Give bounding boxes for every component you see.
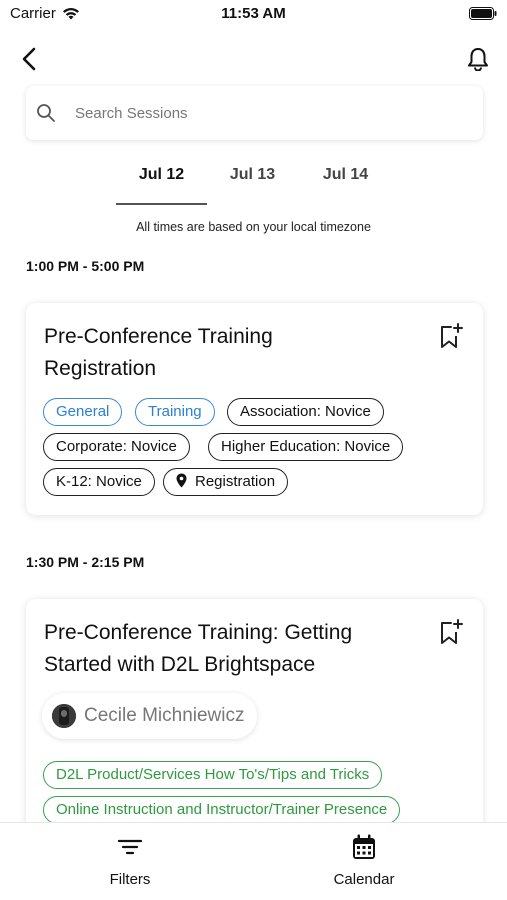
search-input[interactable] <box>75 104 435 122</box>
tag-association-novice[interactable]: Association: Novice <box>227 398 384 426</box>
session-title-line: Registration <box>44 357 157 380</box>
tag-corporate-novice[interactable]: Corporate: Novice <box>43 433 190 461</box>
back-arrow-icon <box>22 47 36 71</box>
session-card[interactable]: Pre-Conference Training Registration Gen… <box>26 303 483 515</box>
bottom-tab-bar: Filters Calendar <box>0 822 507 900</box>
active-tab-indicator <box>116 203 207 205</box>
tag-online-instruction[interactable]: Online Instruction and Instructor/Traine… <box>43 796 401 824</box>
avatar <box>52 704 76 728</box>
tab-jul-12[interactable]: Jul 12 <box>116 166 207 184</box>
session-title-line: Pre-Conference Training <box>44 325 273 348</box>
tag-training[interactable]: Training <box>135 398 215 426</box>
location-pin-icon <box>176 473 187 488</box>
tab-filters-label: Filters <box>109 871 151 888</box>
notifications-button[interactable] <box>463 44 493 74</box>
tag-d2l-product-services[interactable]: D2L Product/Services How To's/Tips and T… <box>43 761 383 789</box>
filter-icon <box>118 839 142 855</box>
session-title-line: Started with D2L Brightspace <box>44 653 316 676</box>
speaker-name: Cecile Michniewicz <box>84 705 245 726</box>
tab-jul-14[interactable]: Jul 14 <box>300 166 391 184</box>
calendar-icon <box>353 834 375 859</box>
session-title: Pre-Conference Training Registration <box>44 321 414 385</box>
status-time: 11:53 AM <box>221 5 286 22</box>
date-tabs: Jul 12 Jul 13 Jul 14 <box>0 160 507 208</box>
battery-icon <box>469 7 497 20</box>
search-box <box>26 86 483 140</box>
status-bar: Carrier 11:53 AM <box>0 0 507 30</box>
session-card[interactable]: Pre-Conference Training: Getting Started… <box>26 599 483 839</box>
session-time-header: 1:30 PM - 2:15 PM <box>26 554 145 570</box>
tab-calendar-label: Calendar <box>333 871 395 888</box>
session-title-line: Pre-Conference Training: Getting <box>44 621 353 644</box>
bell-icon <box>468 48 488 71</box>
tag-k12-novice[interactable]: K-12: Novice <box>43 468 155 496</box>
nav-bar <box>0 40 507 80</box>
speaker-chip[interactable]: Cecile Michniewicz <box>42 693 257 739</box>
tag-general[interactable]: General <box>43 398 123 426</box>
back-button[interactable] <box>14 44 44 74</box>
tag-location[interactable]: Registration <box>163 468 289 496</box>
session-title: Pre-Conference Training: Getting Started… <box>44 617 414 681</box>
timezone-note: All times are based on your local timezo… <box>136 220 371 234</box>
tab-jul-13[interactable]: Jul 13 <box>207 166 298 184</box>
session-time-header: 1:00 PM - 5:00 PM <box>26 258 145 274</box>
search-icon <box>36 102 58 124</box>
tab-filters[interactable]: Filters <box>70 833 190 888</box>
bookmark-add-icon[interactable] <box>439 619 463 645</box>
tab-calendar[interactable]: Calendar <box>304 833 424 888</box>
tag-higher-education-novice[interactable]: Higher Education: Novice <box>208 433 404 461</box>
bookmark-add-icon[interactable] <box>439 323 463 349</box>
location-label: Registration <box>195 473 276 490</box>
